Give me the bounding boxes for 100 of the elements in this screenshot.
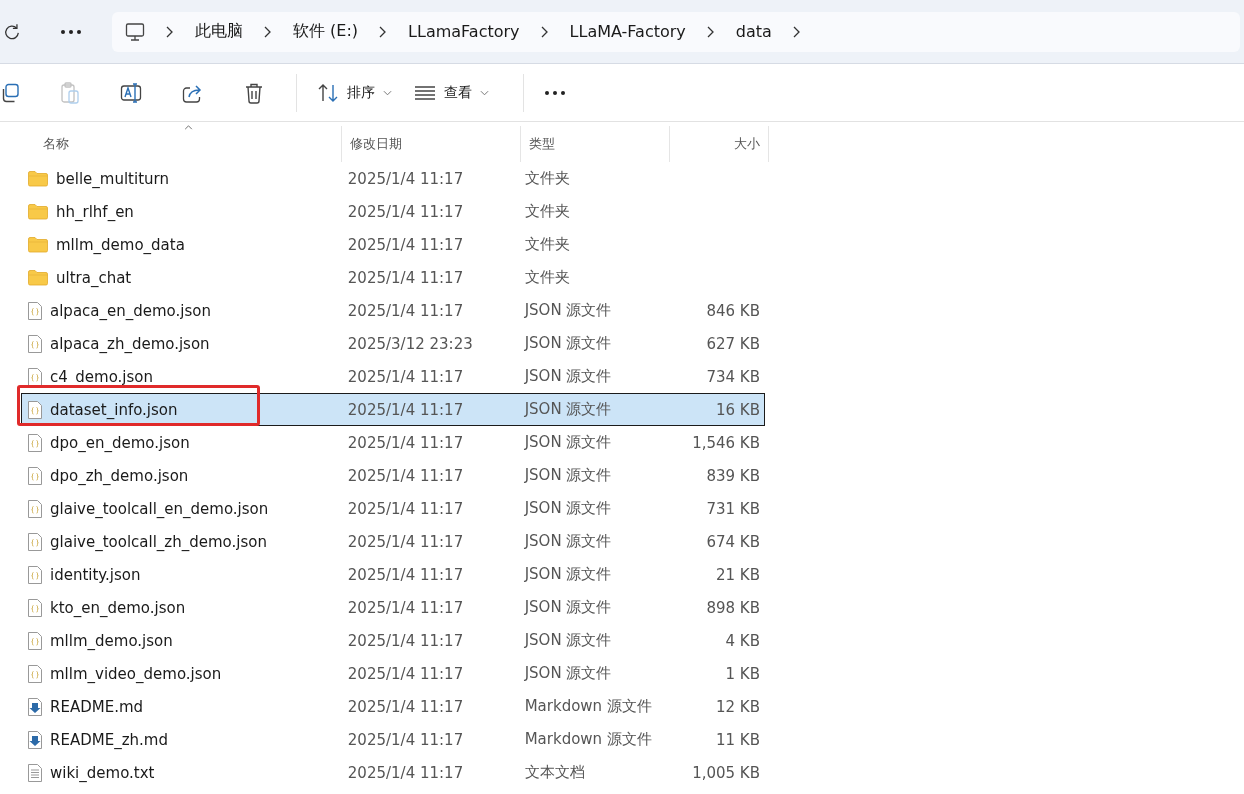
selected-file-row[interactable]: dataset_info.json 2025/1/4 11:17 JSON 源文件 16 KB bbox=[21, 393, 765, 426]
breadcrumb-item[interactable]: 软件 (E:) bbox=[293, 21, 359, 42]
file-size: 4 KB bbox=[725, 631, 760, 650]
file-size: 1,005 KB bbox=[692, 763, 760, 782]
refresh-icon[interactable] bbox=[3, 22, 21, 41]
file-size: 16 KB bbox=[716, 400, 760, 419]
file-name[interactable]: alpaca_zh_demo.json bbox=[50, 334, 210, 353]
file-type: Markdown 源文件 bbox=[524, 730, 652, 749]
file-name[interactable]: dataset_info.json bbox=[50, 400, 178, 419]
column-header[interactable]: 修改日期 bbox=[350, 135, 402, 153]
file-name[interactable]: glaive_toolcall_zh_demo.json bbox=[50, 532, 267, 551]
address-bar[interactable]: 此电脑 软件 (E:) LLamaFactory LLaMA-Factory data bbox=[112, 11, 1240, 52]
file-name[interactable]: identity.json bbox=[50, 565, 141, 584]
modified-date: 2025/1/4 11:17 bbox=[347, 169, 464, 188]
file-name[interactable]: hh_rlhf_en bbox=[56, 202, 134, 221]
file-name[interactable]: mllm_demo.json bbox=[50, 631, 173, 650]
json-file-icon bbox=[28, 565, 42, 584]
file-name[interactable]: mllm_video_demo.json bbox=[50, 664, 222, 683]
json-file-icon bbox=[28, 367, 42, 386]
caret-icon bbox=[480, 89, 489, 96]
share-icon[interactable] bbox=[182, 82, 204, 103]
column-header[interactable]: 类型 bbox=[529, 135, 555, 153]
modified-date: 2025/1/4 11:17 bbox=[347, 730, 464, 749]
file-type: JSON 源文件 bbox=[524, 631, 612, 650]
file-type: JSON 源文件 bbox=[524, 334, 612, 353]
folder-icon bbox=[28, 170, 48, 187]
modified-date: 2025/1/4 11:17 bbox=[347, 631, 464, 650]
file-size: 12 KB bbox=[716, 697, 760, 716]
file-size: 627 KB bbox=[706, 334, 760, 353]
modified-date: 2025/1/4 11:17 bbox=[347, 235, 464, 254]
markdown-file-icon bbox=[28, 697, 42, 716]
delete-icon[interactable] bbox=[244, 81, 264, 104]
file-name[interactable]: README_zh.md bbox=[50, 730, 168, 749]
file-size: 839 KB bbox=[706, 466, 760, 485]
modified-date: 2025/1/4 11:17 bbox=[347, 532, 464, 551]
file-type: JSON 源文件 bbox=[524, 367, 612, 386]
modified-date: 2025/1/4 11:17 bbox=[347, 697, 464, 716]
more-icon[interactable] bbox=[544, 89, 566, 96]
json-file-icon bbox=[28, 631, 42, 650]
folder-icon bbox=[28, 236, 48, 253]
modified-date: 2025/1/4 11:17 bbox=[347, 466, 464, 485]
chevron-icon bbox=[378, 25, 387, 38]
modified-date: 2025/1/4 11:17 bbox=[347, 202, 464, 221]
chevron-icon bbox=[791, 25, 800, 38]
sort-arrows-icon bbox=[317, 82, 339, 103]
breadcrumb-item[interactable]: LLaMA-Factory bbox=[569, 22, 686, 41]
json-file-icon bbox=[28, 664, 42, 683]
view-button[interactable]: 查看 bbox=[412, 79, 491, 106]
json-file-icon bbox=[28, 532, 42, 551]
file-size: 846 KB bbox=[706, 301, 760, 320]
json-file-icon bbox=[28, 433, 42, 452]
monitor-icon bbox=[125, 21, 145, 42]
file-size: 11 KB bbox=[716, 730, 760, 749]
column-header[interactable]: 大小 bbox=[734, 135, 760, 153]
json-file-icon bbox=[28, 334, 42, 353]
file-name[interactable]: c4_demo.json bbox=[50, 367, 153, 386]
file-size: 21 KB bbox=[716, 565, 760, 584]
json-file-icon bbox=[28, 499, 42, 518]
file-name[interactable]: wiki_demo.txt bbox=[50, 763, 155, 782]
file-name[interactable]: kto_en_demo.json bbox=[50, 598, 186, 617]
file-type: JSON 源文件 bbox=[524, 400, 612, 419]
file-name[interactable]: README.md bbox=[50, 697, 144, 716]
file-type: JSON 源文件 bbox=[524, 301, 612, 320]
breadcrumb-item[interactable]: data bbox=[735, 22, 772, 41]
modified-date: 2025/1/4 11:17 bbox=[347, 565, 464, 584]
chevron-icon bbox=[165, 25, 173, 38]
modified-date: 2025/1/4 11:17 bbox=[347, 400, 464, 419]
breadcrumb-item[interactable]: LLamaFactory bbox=[408, 22, 520, 41]
file-type: 文件夹 bbox=[524, 169, 570, 188]
file-size: 1 KB bbox=[725, 664, 760, 683]
file-type: JSON 源文件 bbox=[524, 499, 612, 518]
rename-icon[interactable] bbox=[120, 81, 142, 104]
modified-date: 2025/1/4 11:17 bbox=[347, 598, 464, 617]
file-name[interactable]: glaive_toolcall_en_demo.json bbox=[50, 499, 269, 518]
file-type: Markdown 源文件 bbox=[524, 697, 652, 716]
chevron-icon bbox=[539, 25, 548, 38]
modified-date: 2025/1/4 11:17 bbox=[347, 763, 464, 782]
more-icon[interactable] bbox=[60, 28, 82, 35]
column-header[interactable]: 名称 bbox=[43, 135, 69, 153]
sort-button[interactable]: 排序 bbox=[315, 78, 394, 107]
modified-date: 2025/1/4 11:17 bbox=[347, 301, 464, 320]
file-type: JSON 源文件 bbox=[524, 466, 612, 485]
breadcrumb-item[interactable]: 此电脑 bbox=[195, 21, 243, 42]
modified-date: 2025/1/4 11:17 bbox=[347, 268, 464, 287]
modified-date: 2025/1/4 11:17 bbox=[347, 433, 464, 452]
file-name[interactable]: mllm_demo_data bbox=[56, 235, 185, 254]
copy-icon[interactable] bbox=[0, 82, 20, 103]
json-file-icon bbox=[28, 301, 42, 320]
file-name[interactable]: belle_multiturn bbox=[56, 169, 169, 188]
file-name[interactable]: ultra_chat bbox=[56, 268, 132, 287]
folder-icon bbox=[28, 269, 48, 286]
file-type: 文件夹 bbox=[524, 268, 570, 287]
file-size: 898 KB bbox=[706, 598, 760, 617]
text-file-icon bbox=[28, 763, 42, 782]
modified-date: 2025/3/12 23:23 bbox=[347, 334, 473, 353]
file-name[interactable]: dpo_en_demo.json bbox=[50, 433, 190, 452]
file-name[interactable]: dpo_zh_demo.json bbox=[50, 466, 189, 485]
file-type: JSON 源文件 bbox=[524, 433, 612, 452]
file-name[interactable]: alpaca_en_demo.json bbox=[50, 301, 211, 320]
markdown-file-icon bbox=[28, 730, 42, 749]
